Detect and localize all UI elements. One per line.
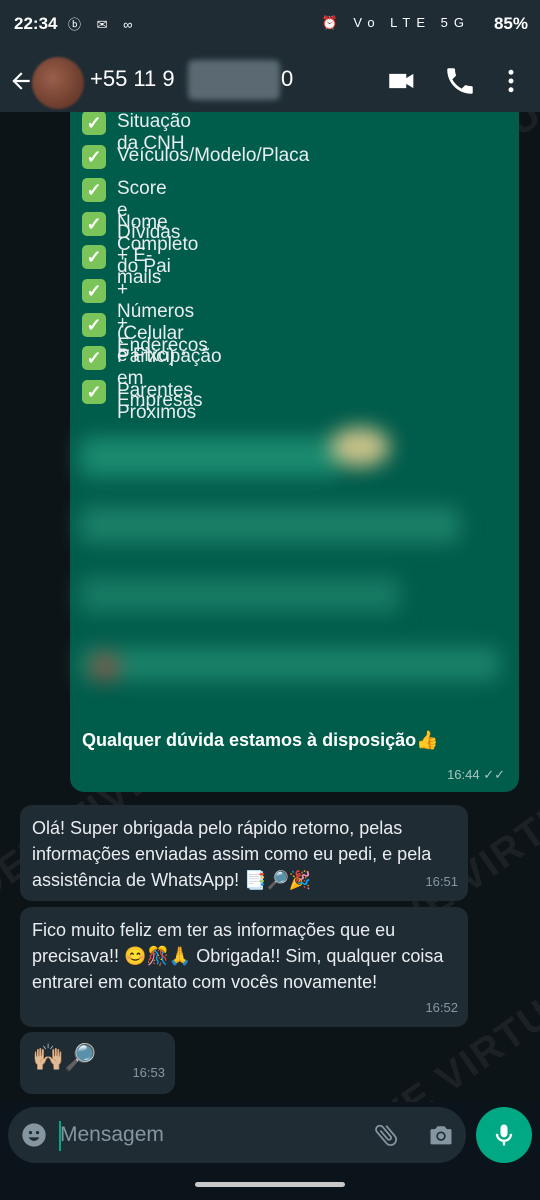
check-icon: ✓ bbox=[82, 112, 106, 135]
message-timestamp: 16:44 ✓✓ bbox=[447, 767, 505, 782]
outgoing-message[interactable]: ✓ Situação da CNH ✓ Veículos/Modelo/Placa … bbox=[70, 112, 519, 792]
notification-icons: ⓑ ✉ ∞ bbox=[68, 17, 139, 32]
message-timestamp: 16:52 bbox=[425, 1000, 458, 1015]
message-text: Olá! Super obrigada pelo rápido retorno,… bbox=[32, 818, 432, 890]
status-bar: 22:34 ⓑ ✉ ∞ ⏰ Vo LTE 5G 85% bbox=[0, 0, 540, 50]
voice-message-button[interactable] bbox=[476, 1107, 532, 1163]
video-call-icon[interactable] bbox=[385, 64, 419, 98]
more-options-icon[interactable] bbox=[496, 64, 526, 98]
check-icon: ✓ bbox=[82, 144, 106, 169]
network-icons: ⏰ Vo LTE 5G bbox=[321, 15, 470, 30]
status-time: 22:34 bbox=[14, 14, 58, 33]
message-text: Fico muito feliz em ter as informações q… bbox=[32, 920, 444, 992]
check-icon: ✓ bbox=[82, 245, 106, 270]
message-footer: Qualquer dúvida estamos à disposição👍 bbox=[82, 730, 439, 750]
navigation-bar bbox=[0, 1168, 540, 1200]
back-arrow-icon[interactable] bbox=[8, 68, 34, 94]
home-gesture-bar[interactable] bbox=[195, 1182, 345, 1187]
message-input[interactable]: Mensagem bbox=[60, 1123, 164, 1147]
microphone-icon bbox=[495, 1124, 513, 1146]
check-icon: ✓ bbox=[82, 278, 106, 303]
camera-icon[interactable] bbox=[426, 1121, 456, 1149]
emoji-icon[interactable] bbox=[20, 1121, 48, 1149]
chat-area[interactable]: DETETIVE VIRTUAL DETETIVE VIRTUAL DETETI… bbox=[0, 112, 540, 1102]
check-icon: ✓ bbox=[82, 211, 106, 236]
contact-name[interactable]: +55 11 9 bbox=[90, 66, 175, 92]
message-text: 🙌🏼🔎 bbox=[32, 1042, 97, 1072]
message-composer[interactable]: Mensagem bbox=[8, 1107, 466, 1163]
check-icon: ✓ bbox=[82, 346, 106, 371]
message-timestamp: 16:53 bbox=[132, 1065, 165, 1080]
incoming-message[interactable]: 🙌🏼🔎 16:53 bbox=[20, 1032, 175, 1094]
attach-icon[interactable] bbox=[372, 1121, 400, 1149]
check-icon: ✓ bbox=[82, 178, 106, 203]
incoming-message[interactable]: Fico muito feliz em ter as informações q… bbox=[20, 907, 468, 1027]
check-icon: ✓ bbox=[82, 312, 106, 337]
incoming-message[interactable]: Olá! Super obrigada pelo rápido retorno,… bbox=[20, 805, 468, 901]
battery-level: 85% bbox=[493, 14, 528, 33]
message-timestamp: 16:51 bbox=[425, 874, 458, 889]
redacted-content bbox=[80, 397, 510, 717]
contact-name-end[interactable]: 0 bbox=[281, 66, 293, 92]
chat-header: +55 11 9 0 bbox=[0, 50, 540, 112]
redacted-number bbox=[188, 60, 280, 100]
avatar[interactable] bbox=[32, 57, 84, 109]
voice-call-icon[interactable] bbox=[443, 64, 477, 98]
